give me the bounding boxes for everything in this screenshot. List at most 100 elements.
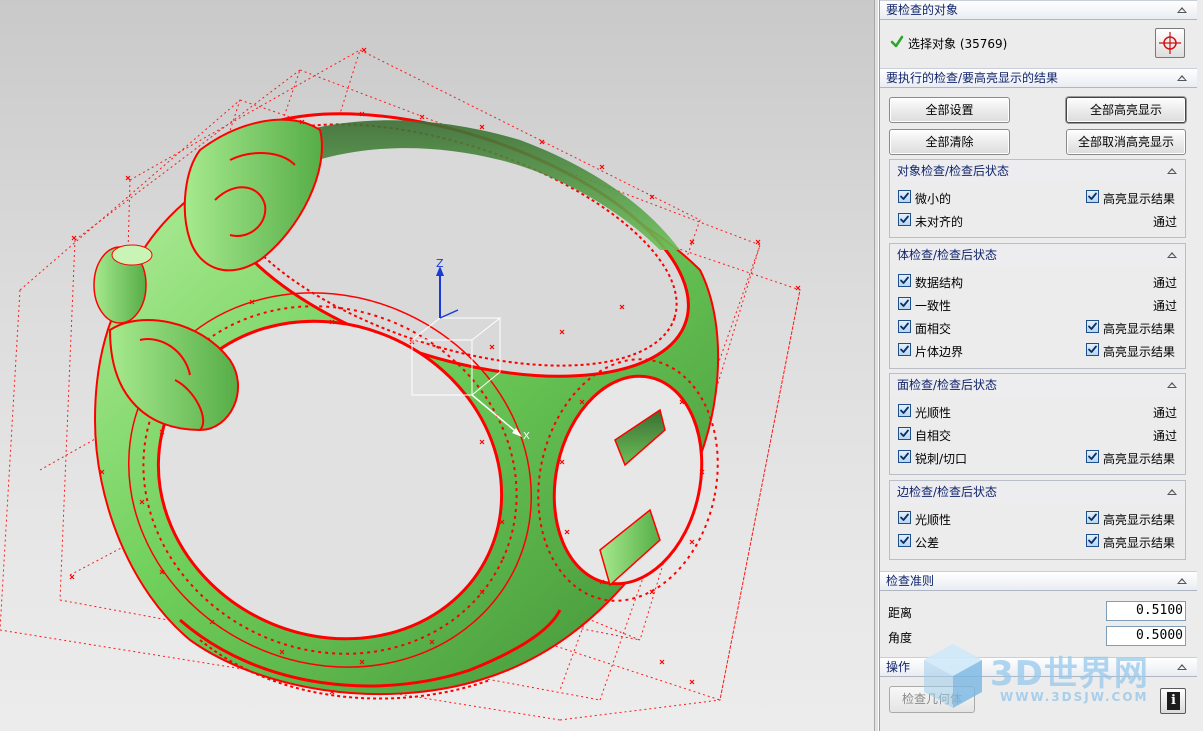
- check-checkbox[interactable]: [898, 511, 911, 524]
- group-title: 面检查/检查后状态: [897, 378, 998, 392]
- check-label: 片体边界: [915, 345, 964, 359]
- crosshair-icon: [1159, 32, 1181, 54]
- info-icon: i: [1167, 692, 1180, 710]
- check-row: 片体边界 高亮显示结果: [890, 339, 1185, 362]
- section-title: 要检查的对象: [886, 3, 959, 17]
- section-object-to-check[interactable]: 要检查的对象: [880, 0, 1197, 20]
- check-row: 数据结构 通过: [890, 270, 1185, 293]
- highlight-result-checkbox[interactable]: [1086, 320, 1099, 333]
- collapse-icon[interactable]: [1177, 578, 1187, 584]
- section-actions[interactable]: 操作: [880, 657, 1197, 677]
- distance-row: 距离 0.5100: [880, 599, 1197, 623]
- graphics-viewport[interactable]: Z X: [0, 0, 874, 731]
- check-row: 微小的 高亮显示结果: [890, 186, 1185, 209]
- group-header[interactable]: 对象检查/检查后状态: [890, 160, 1185, 182]
- distance-label: 距离: [888, 606, 913, 620]
- group-header[interactable]: 体检查/检查后状态: [890, 244, 1185, 266]
- select-object-row[interactable]: 选择对象 (35769): [880, 21, 1197, 65]
- check-label: 面相交: [915, 322, 952, 336]
- distance-input[interactable]: 0.5100: [1106, 601, 1186, 621]
- angle-row: 角度 0.5000: [880, 624, 1197, 648]
- collapse-icon[interactable]: [1167, 252, 1177, 258]
- check-label: 光顺性: [915, 513, 952, 527]
- check-label: 微小的: [915, 192, 952, 206]
- group-title: 边检查/检查后状态: [897, 485, 998, 499]
- group-title: 体检查/检查后状态: [897, 248, 998, 262]
- check-status: 通过: [1152, 215, 1177, 229]
- check-row: 一致性 通过: [890, 293, 1185, 316]
- check-label: 自相交: [915, 429, 952, 443]
- section-checks-to-run[interactable]: 要执行的检查/要高亮显示的结果: [880, 68, 1197, 88]
- check-geometry-button[interactable]: 检查几何体: [889, 686, 975, 713]
- highlight-result-label: 高亮显示结果: [1103, 452, 1176, 466]
- check-checkbox[interactable]: [898, 427, 911, 440]
- highlight-result-label: 高亮显示结果: [1103, 192, 1176, 206]
- examine-geometry-panel: 要检查的对象 选择对象 (35769) 要执行的检查/要高亮显示的结果 全部设置…: [879, 0, 1203, 731]
- highlight-result-label: 高亮显示结果: [1103, 513, 1176, 527]
- check-mark-icon: [890, 35, 904, 48]
- check-checkbox[interactable]: [898, 190, 911, 203]
- check-row: 光顺性 高亮显示结果: [890, 507, 1185, 530]
- check-row: 锐刺/切口 高亮显示结果: [890, 446, 1185, 469]
- group-header[interactable]: 边检查/检查后状态: [890, 481, 1185, 503]
- select-object-button[interactable]: [1155, 28, 1185, 58]
- check-status: 通过: [1152, 429, 1177, 443]
- section-title: 检查准则: [886, 574, 935, 588]
- set-all-button[interactable]: 全部设置: [889, 97, 1010, 123]
- highlight-all-button[interactable]: 全部高亮显示: [1066, 97, 1186, 123]
- axis-x-label: X: [523, 431, 530, 442]
- collapse-icon[interactable]: [1177, 75, 1187, 81]
- highlight-result-checkbox[interactable]: [1086, 511, 1099, 524]
- information-button[interactable]: i: [1160, 688, 1186, 714]
- select-object-label: 选择对象 (35769): [908, 37, 1008, 51]
- collapse-icon[interactable]: [1177, 664, 1187, 670]
- collapse-icon[interactable]: [1167, 382, 1177, 388]
- unhighlight-all-button[interactable]: 全部取消高亮显示: [1066, 129, 1186, 155]
- angle-input[interactable]: 0.5000: [1106, 626, 1186, 646]
- collapse-icon[interactable]: [1167, 489, 1177, 495]
- check-row: 光顺性 通过: [890, 400, 1185, 423]
- highlight-result-checkbox[interactable]: [1086, 450, 1099, 463]
- highlight-result-checkbox[interactable]: [1086, 534, 1099, 547]
- group-object-checks: 对象检查/检查后状态微小的 高亮显示结果未对齐的 通过: [889, 159, 1186, 238]
- check-label: 未对齐的: [915, 215, 964, 229]
- check-checkbox[interactable]: [898, 320, 911, 333]
- check-checkbox[interactable]: [898, 274, 911, 287]
- check-row: 面相交 高亮显示结果: [890, 316, 1185, 339]
- section-title: 要执行的检查/要高亮显示的结果: [886, 71, 1059, 85]
- group-body-checks: 体检查/检查后状态 数据结构 通过 一致性 通过 面相交 高亮显示结果 片体边界 高亮显示结果: [889, 243, 1186, 369]
- highlight-result-checkbox[interactable]: [1086, 343, 1099, 356]
- group-header[interactable]: 面检查/检查后状态: [890, 374, 1185, 396]
- angle-label: 角度: [888, 631, 913, 645]
- check-checkbox[interactable]: [898, 450, 911, 463]
- check-status: 通过: [1152, 299, 1177, 313]
- collapse-icon[interactable]: [1167, 168, 1177, 174]
- collapse-icon[interactable]: [1177, 7, 1187, 13]
- highlight-result-label: 高亮显示结果: [1103, 322, 1176, 336]
- check-label: 一致性: [915, 299, 952, 313]
- group-edge-checks: 边检查/检查后状态 光顺性 高亮显示结果 公差 高亮显示结果: [889, 480, 1186, 560]
- check-checkbox[interactable]: [898, 534, 911, 547]
- ring-model[interactable]: [0, 0, 874, 731]
- clear-all-button[interactable]: 全部清除: [889, 129, 1010, 155]
- group-face-checks: 面检查/检查后状态 光顺性 通过 自相交 通过 锐刺/切口 高亮显示结果: [889, 373, 1186, 475]
- check-row: 公差 高亮显示结果: [890, 530, 1185, 553]
- check-checkbox[interactable]: [898, 213, 911, 226]
- highlight-result-label: 高亮显示结果: [1103, 345, 1176, 359]
- check-checkbox[interactable]: [898, 297, 911, 310]
- check-label: 公差: [915, 536, 940, 550]
- highlight-result-label: 高亮显示结果: [1103, 536, 1176, 550]
- check-status: 通过: [1152, 406, 1177, 420]
- check-label: 数据结构: [915, 276, 964, 290]
- check-row: 自相交 通过: [890, 423, 1185, 446]
- check-checkbox[interactable]: [898, 404, 911, 417]
- check-checkbox[interactable]: [898, 343, 911, 356]
- check-label: 锐刺/切口: [915, 452, 968, 466]
- check-label: 光顺性: [915, 406, 952, 420]
- check-row: 未对齐的 通过: [890, 209, 1185, 232]
- check-status: 通过: [1152, 276, 1177, 290]
- section-title: 操作: [886, 660, 911, 674]
- group-title: 对象检查/检查后状态: [897, 164, 1010, 178]
- section-criteria[interactable]: 检查准则: [880, 571, 1197, 591]
- highlight-result-checkbox[interactable]: [1086, 190, 1099, 203]
